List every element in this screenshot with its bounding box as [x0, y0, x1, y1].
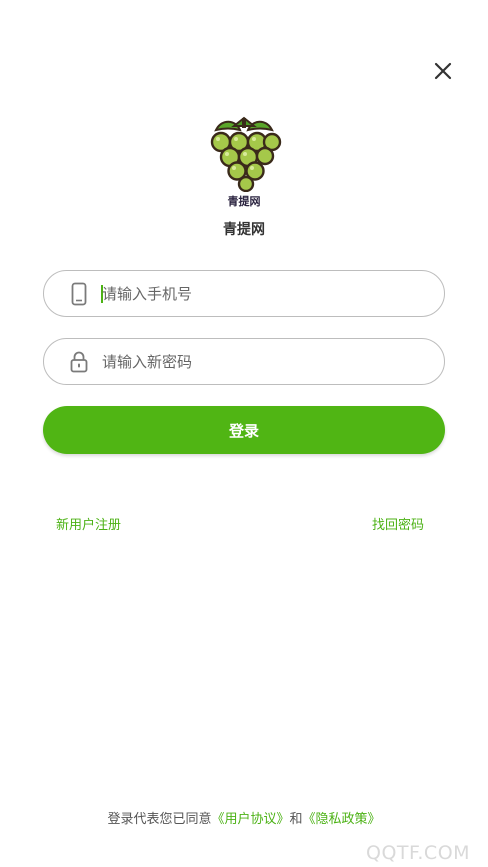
- password-input[interactable]: [102, 352, 402, 371]
- close-icon: [434, 62, 452, 80]
- agreement-prefix: 登录代表您已同意: [107, 812, 212, 827]
- register-link[interactable]: 新用户注册: [56, 514, 121, 533]
- lock-icon: [68, 349, 90, 375]
- app-name: 青提网: [223, 222, 265, 238]
- logo-text: 青提网: [227, 195, 261, 208]
- phone-input[interactable]: [102, 284, 402, 303]
- forgot-password-link[interactable]: 找回密码: [372, 514, 424, 533]
- app-logo: 青提网: [204, 116, 284, 212]
- phone-field[interactable]: [43, 270, 445, 317]
- agreement-conjunction: 和: [289, 812, 303, 827]
- phone-icon: [68, 281, 90, 307]
- agreement-text: 登录代表您已同意《用户协议》和《隐私政策》: [0, 808, 488, 827]
- close-button[interactable]: [430, 58, 456, 84]
- watermark: QQTF.COM: [366, 842, 471, 864]
- grape-logo: [210, 116, 282, 192]
- privacy-policy-link[interactable]: 《隐私政策》: [303, 812, 381, 827]
- user-agreement-link[interactable]: 《用户协议》: [211, 812, 289, 827]
- password-field[interactable]: [43, 338, 445, 385]
- login-button[interactable]: 登录: [43, 406, 445, 454]
